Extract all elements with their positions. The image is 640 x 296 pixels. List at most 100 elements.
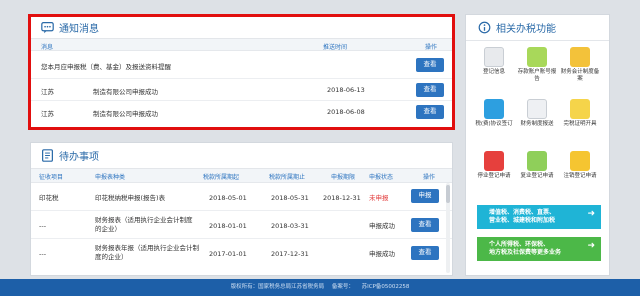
todo-period-end: 2018-03-31 [271,222,309,230]
todo-period-start: 2017-01-01 [209,250,247,258]
todo-period-end: 2018-05-31 [271,194,309,202]
arrow-right-icon: ➜ [587,241,595,251]
certificate-icon [570,99,590,119]
footer: 版权所有：国家税务总局江苏省税务局 备案号： 苏ICP备05002258 [0,279,640,296]
notice-panel: 通知消息 消息 推送时间 操作 您本月应申报税（费、基金）及报送资料提醒 查看 … [28,14,455,130]
function-tile[interactable]: 财务制度报送 [517,99,557,128]
todo-period-start: 2018-01-01 [209,222,247,230]
column-action: 操作 [423,174,436,181]
todo-row: --- 财务报表（适用执行企业会计制度的企业） 2018-01-01 2018-… [31,211,452,239]
column-action: 操作 [425,44,438,51]
function-tile[interactable]: 登记信息 [474,47,514,76]
arrow-right-icon: ➜ [587,209,595,219]
personal-tax-link[interactable]: 个人所得税、环保税、 地方税及社保费等更多业务 ➜ [477,237,601,261]
todo-status: 申报成功 [369,222,395,230]
function-tile[interactable]: 复业登记申请 [517,151,557,180]
scrollbar-thumb[interactable] [446,185,450,203]
todo-icon [42,149,53,162]
column-push-time: 推送时间 [323,44,348,51]
function-tile[interactable]: 财务会计制度备案 [560,47,600,83]
promo-line: 营业税、城建税和附加税 [489,217,556,224]
notice-date: 2018-06-13 [327,86,365,94]
todo-scrollbar[interactable] [446,183,450,273]
notice-row: 江苏 制造有限公司申报成功 2018-06-13 查看 [31,79,452,101]
tile-label: 复业登记申请 [520,173,554,179]
tile-label: 登记信息 [482,69,505,75]
todo-period-end: 2017-12-31 [271,250,309,258]
footer-copyright: 版权所有：国家税务总局江苏省税务局 [230,284,325,290]
todo-form: 财务报表（适用执行企业会计制度的企业） [95,216,193,233]
todo-column-headers: 征收项目 申报表种类 税款所属期起 税款所属期止 申报期限 申报状态 操作 [31,169,452,183]
promo-line: 个人所得税、环保税、 [489,241,550,248]
tile-label: 完税证明开具 [563,121,597,127]
todo-period-start: 2018-05-01 [209,194,247,202]
message-icon [41,22,54,34]
tile-label: 财务制度报送 [520,121,554,127]
footer-record-number[interactable]: 苏ICP备05002258 [362,284,410,290]
bank-card-icon [527,47,547,67]
notice-message: 制造有限公司申报成功 [93,110,158,118]
view-button[interactable]: 查看 [416,105,444,119]
column-deadline: 申报期限 [331,174,356,181]
view-button[interactable]: 查看 [416,58,444,72]
view-button[interactable]: 查看 [411,218,439,232]
function-tile[interactable]: 注销登记申请 [560,151,600,180]
todo-item: --- [39,222,47,230]
notice-message: 制造有限公司申报成功 [93,88,158,96]
function-tile[interactable]: 完税证明开具 [560,99,600,128]
notice-province: 江苏 [41,110,54,118]
todo-row: 印花税 印花税纳税申报(报告)表 2018-05-01 2018-05-31 2… [31,183,452,211]
function-tile[interactable]: 存款账户账号报告 [517,47,557,83]
accounting-icon [570,47,590,67]
related-header: 相关办税功能 [466,15,609,41]
resume-business-icon [527,151,547,171]
footer-record-label: 备案号： [331,284,354,290]
todo-item: 印花税 [39,194,59,202]
cancel-registration-icon [570,151,590,171]
promo-line: 地方税及社保费等更多业务 [489,249,562,256]
notice-province: 江苏 [41,88,54,96]
report-icon [527,99,547,119]
column-message: 消息 [41,44,54,51]
todo-header: 待办事项 [31,143,452,169]
column-form: 申报表种类 [95,174,126,181]
tile-label: 注销登记申请 [563,173,597,179]
notice-message: 您本月应申报税（费、基金）及报送资料提醒 [41,63,171,71]
notice-row: 您本月应申报税（费、基金）及报送资料提醒 查看 [31,51,452,79]
tile-label: 存款账户账号报告 [517,69,557,82]
view-button[interactable]: 查看 [416,83,444,97]
todo-title: 待办事项 [59,152,99,163]
related-title: 相关办税功能 [496,24,556,35]
notice-date: 2018-06-08 [327,108,365,116]
function-tile[interactable]: 停业登记申请 [474,151,514,180]
view-button[interactable]: 查看 [411,246,439,260]
promo-line: 增值税、消费税、直票、 [489,209,556,216]
vat-tax-link[interactable]: 增值税、消费税、直票、 营业税、城建税和附加税 ➜ [477,205,601,229]
notice-column-headers: 消息 推送时间 操作 [31,39,452,51]
column-status: 申报状态 [369,174,394,181]
notice-title: 通知消息 [59,24,99,35]
todo-row: --- 财务报表年报（适用执行企业会计制度的企业） 2017-01-01 201… [31,239,452,267]
todo-form: 财务报表年报（适用执行企业会计制度的企业） [95,244,199,261]
tile-label: 停业登记申请 [477,173,511,179]
tile-label: 财务会计制度备案 [560,69,600,82]
todo-form: 印花税纳税申报(报告)表 [95,194,166,202]
declare-button[interactable]: 申报 [411,189,439,203]
notice-header: 通知消息 [31,17,452,39]
info-icon [478,21,491,34]
related-functions-panel: 相关办税功能 登记信息 存款账户账号报告 财务会计制度备案 税(费)协议签订 财… [465,14,610,276]
tile-label: 税(费)协议签订 [475,121,513,127]
agreement-icon [484,99,504,119]
id-card-icon [484,47,504,67]
function-tile[interactable]: 税(费)协议签订 [474,99,514,128]
column-item: 征收项目 [39,174,64,181]
stop-business-icon [484,151,504,171]
todo-deadline: 2018-12-31 [323,194,361,202]
column-period-start: 税款所属期起 [203,174,240,181]
todo-status: 申报成功 [369,250,395,258]
todo-status: 未申报 [369,194,389,202]
todo-item: --- [39,250,47,258]
notice-row: 江苏 制造有限公司申报成功 2018-06-08 查看 [31,101,452,123]
todo-panel: 待办事项 征收项目 申报表种类 税款所属期起 税款所属期止 申报期限 申报状态 … [30,142,453,276]
column-period-end: 税款所属期止 [269,174,306,181]
